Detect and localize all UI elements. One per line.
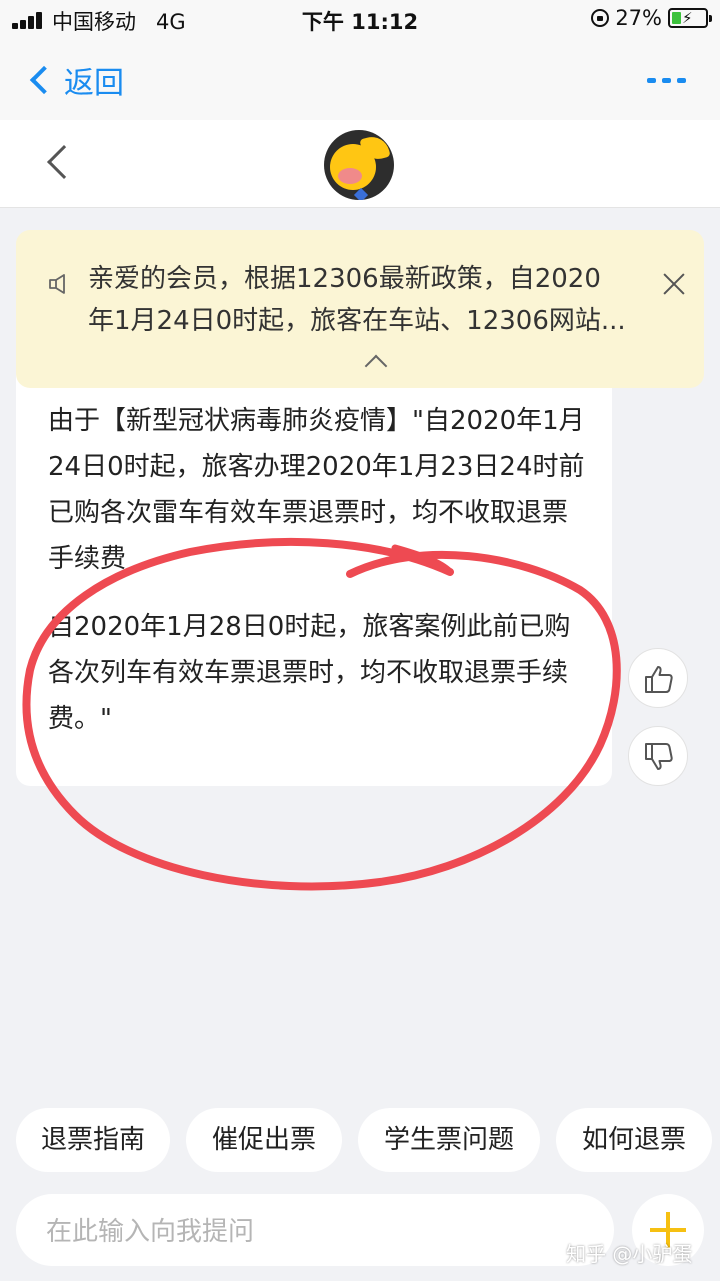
app-screen: 中国移动 4G 下午 11:12 27% ⚡ 返回 亲爱的会员，根据12306最…: [0, 0, 720, 1281]
chevron-left-icon[interactable]: [47, 145, 81, 179]
dislike-button[interactable]: [628, 726, 688, 786]
megaphone-icon: [49, 274, 65, 294]
top-nav: 返回: [0, 40, 720, 120]
chip-student-ticket[interactable]: 学生票问题: [358, 1108, 540, 1172]
chip-how-to-refund[interactable]: 如何退票: [556, 1108, 712, 1172]
rotation-lock-icon: [591, 9, 610, 27]
bot-avatar: [324, 130, 394, 200]
notice-banner[interactable]: 亲爱的会员，根据12306最新政策，自2020 年1月24日0时起，旅客在车站、…: [16, 230, 704, 388]
chip-urge-ticket[interactable]: 催促出票: [186, 1108, 342, 1172]
question-input[interactable]: 在此输入向我提问: [16, 1194, 614, 1266]
notice-line: 年1月24日0时起，旅客在车站、12306网站...: [88, 306, 626, 336]
thumbs-up-icon: [645, 666, 673, 693]
chat-header: [0, 120, 720, 208]
notice-line: 亲爱的会员，根据12306最新政策，自2020: [88, 264, 601, 294]
input-placeholder: 在此输入向我提问: [46, 1217, 255, 1247]
watermark: 知乎 @小驴蛋: [566, 1242, 693, 1266]
chevron-up-icon[interactable]: [364, 354, 388, 378]
message-paragraph: 由于【新型冠状病毒肺炎疫情】"自2020年1月24日0时起，旅客办理2020年1…: [48, 406, 585, 574]
chevron-left-icon: [29, 65, 59, 95]
notice-text: 亲爱的会员，根据12306最新政策，自2020 年1月24日0时起，旅客在车站、…: [88, 258, 638, 342]
back-label: 返回: [64, 66, 124, 101]
like-button[interactable]: [628, 648, 688, 708]
quick-replies: 退票指南 催促出票 学生票问题 如何退票: [16, 1108, 720, 1172]
back-button[interactable]: 返回: [26, 58, 124, 102]
chip-refund-guide[interactable]: 退票指南: [16, 1108, 170, 1172]
message-text: 由于【新型冠状病毒肺炎疫情】"自2020年1月24日0时起，旅客办理2020年1…: [48, 398, 588, 742]
battery-icon: ⚡: [668, 8, 712, 28]
status-bar: 中国移动 4G 下午 11:12 27% ⚡: [0, 0, 720, 40]
more-icon[interactable]: [647, 78, 686, 83]
bot-message: 由于【新型冠状病毒肺炎疫情】"自2020年1月24日0时起，旅客办理2020年1…: [16, 360, 612, 786]
status-right: 27% ⚡: [591, 6, 712, 30]
close-icon[interactable]: [662, 272, 686, 296]
battery-percent: 27%: [615, 6, 662, 30]
message-paragraph: 自2020年1月28日0时起，旅客案例此前已购各次列车有效车票退票时，均不收取退…: [48, 612, 571, 734]
thumbs-down-icon: [645, 743, 673, 770]
